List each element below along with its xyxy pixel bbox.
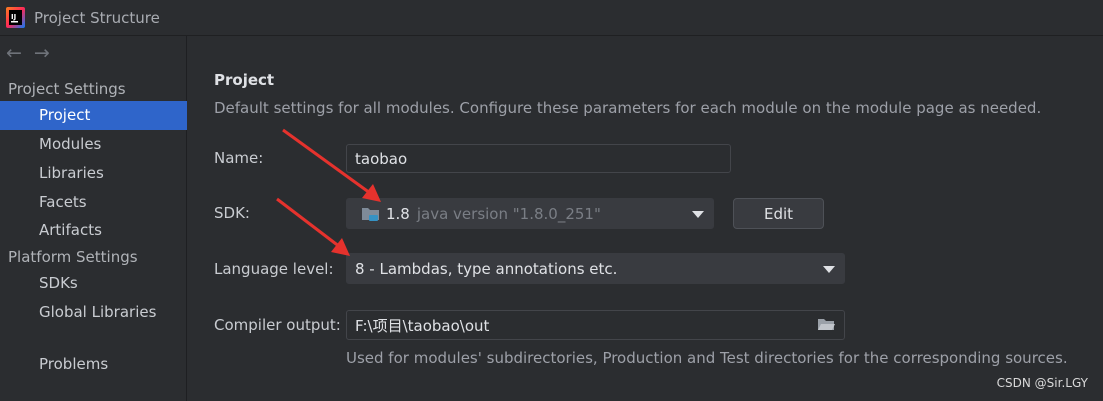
sidebar-item-project[interactable]: Project	[0, 101, 187, 130]
compiler-output-hint: Used for modules' subdirectories, Produc…	[346, 349, 1068, 367]
nav-arrows: ← →	[6, 43, 50, 65]
sidebar-item-global-libraries[interactable]: Global Libraries	[0, 298, 187, 327]
sdk-folder-icon	[361, 206, 381, 222]
chevron-down-icon	[823, 265, 835, 273]
project-settings-panel: Project Default settings for all modules…	[188, 36, 1103, 401]
compiler-output-label: Compiler output:	[214, 316, 341, 334]
sidebar-item-problems[interactable]: Problems	[0, 350, 187, 379]
page-title: Project	[214, 71, 275, 89]
group-header-platform-settings: Platform Settings	[8, 248, 138, 266]
compiler-output-value: F:\项目\taobao\out	[355, 316, 490, 335]
sidebar-item-facets[interactable]: Facets	[0, 188, 187, 217]
page-description: Default settings for all modules. Config…	[214, 99, 1042, 117]
chevron-down-icon	[692, 210, 704, 218]
sdk-label: SDK:	[214, 204, 250, 222]
window-title: Project Structure	[34, 9, 160, 27]
sidebar-item-libraries[interactable]: Libraries	[0, 159, 187, 188]
group-header-project-settings: Project Settings	[8, 80, 126, 98]
arrow-right-icon[interactable]: →	[34, 43, 50, 65]
sidebar-item-modules[interactable]: Modules	[0, 130, 187, 159]
sdk-selected-name: 1.8	[386, 204, 410, 223]
edit-sdk-button[interactable]: Edit	[733, 198, 824, 229]
language-level-label: Language level:	[214, 260, 334, 278]
watermark: CSDN @Sir.LGY	[996, 376, 1088, 390]
intellij-logo-icon: IJ	[6, 7, 25, 28]
arrow-left-icon[interactable]: ←	[6, 43, 22, 65]
title-bar: IJ Project Structure	[0, 0, 1103, 36]
sidebar-item-sdks[interactable]: SDKs	[0, 269, 187, 298]
sdk-selected-detail: java version "1.8.0_251"	[416, 204, 601, 223]
folder-browse-icon[interactable]	[817, 317, 836, 336]
sidebar-item-artifacts[interactable]: Artifacts	[0, 216, 187, 245]
name-input[interactable]: taobao	[346, 144, 731, 173]
name-label: Name:	[214, 149, 264, 167]
language-level-select[interactable]: 8 - Lambdas, type annotations etc.	[346, 253, 845, 284]
sdk-select[interactable]: 1.8 java version "1.8.0_251"	[346, 198, 714, 229]
compiler-output-input[interactable]: F:\项目\taobao\out	[346, 310, 845, 340]
sidebar: ← → Project Settings Project Modules Lib…	[0, 36, 187, 401]
language-level-value: 8 - Lambdas, type annotations etc.	[355, 259, 618, 278]
name-input-value: taobao	[355, 149, 408, 168]
svg-text:IJ: IJ	[11, 13, 16, 21]
